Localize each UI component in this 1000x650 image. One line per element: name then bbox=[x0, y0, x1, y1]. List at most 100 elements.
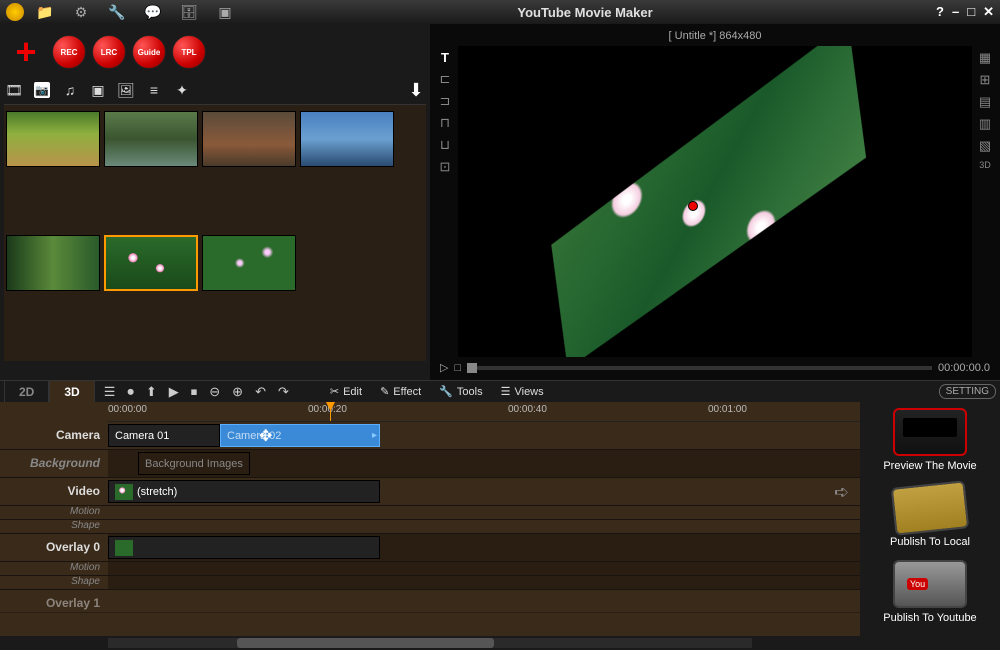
preview-movie-label: Preview The Movie bbox=[883, 460, 976, 472]
stop2-icon[interactable]: ⏹ bbox=[188, 384, 201, 400]
move-icon: ✥ bbox=[259, 426, 272, 446]
track-shape2-label: Shape bbox=[0, 576, 108, 589]
tool-e-icon[interactable]: ▧ bbox=[979, 138, 991, 154]
thumb-ocean[interactable] bbox=[300, 111, 394, 167]
views-menu[interactable]: ☰Views bbox=[495, 385, 550, 398]
tool-c-icon[interactable]: ▤ bbox=[979, 94, 991, 110]
track-motion-label: Motion bbox=[0, 506, 108, 519]
tools-menu[interactable]: 🔧Tools bbox=[433, 385, 488, 398]
redo-icon[interactable]: ↷ bbox=[275, 384, 292, 400]
gear-icon[interactable]: ⚙ bbox=[72, 3, 90, 21]
tpl-button[interactable]: TPL bbox=[172, 35, 206, 69]
timeline-scrollbar[interactable] bbox=[0, 636, 860, 650]
publish-local-label: Publish To Local bbox=[890, 536, 970, 548]
preview-title: [ Untitle *] 864x480 bbox=[434, 26, 996, 46]
thumb-landscape[interactable] bbox=[6, 111, 100, 167]
align-bot-icon[interactable]: ⊡ bbox=[440, 159, 451, 175]
publish-local-button[interactable] bbox=[891, 480, 970, 535]
zoomin-icon[interactable]: ⊕ bbox=[229, 384, 246, 400]
tool-b-icon[interactable]: ⊞ bbox=[980, 72, 991, 88]
up-icon[interactable]: ⬆ bbox=[143, 384, 160, 400]
tool-d-icon[interactable]: ▥ bbox=[979, 116, 991, 132]
clip-thumb2-icon bbox=[115, 540, 133, 556]
publish-youtube-button[interactable] bbox=[893, 560, 967, 608]
timeline: 00:00:00 00:00:20 00:00:40 00:01:00 Came… bbox=[0, 402, 860, 650]
rec-button[interactable]: REC bbox=[52, 35, 86, 69]
tab-3d[interactable]: 3D bbox=[49, 380, 94, 404]
close-icon[interactable]: ✕ bbox=[983, 4, 994, 20]
effect-menu[interactable]: ✎Effect bbox=[374, 385, 427, 398]
clip-video[interactable]: (stretch) bbox=[108, 480, 380, 503]
playhead[interactable] bbox=[330, 402, 331, 421]
help-icon[interactable]: ? bbox=[936, 4, 944, 20]
ruler-0: 00:00:00 bbox=[108, 404, 147, 415]
photo-icon[interactable]: 📷 bbox=[34, 82, 50, 98]
video-icon[interactable]: ▣ bbox=[90, 82, 106, 98]
plugin-icon[interactable]: ✦ bbox=[174, 82, 190, 98]
list-icon[interactable]: ≡ bbox=[146, 82, 162, 98]
publish-youtube-label: Publish To Youtube bbox=[883, 612, 976, 624]
track-overlay1-label: Overlay 1 bbox=[0, 590, 108, 612]
play2-icon[interactable]: ▶ bbox=[166, 384, 182, 400]
tool-a-icon[interactable]: ▦ bbox=[979, 50, 991, 66]
menu-icon[interactable]: ☰ bbox=[101, 384, 119, 400]
side-actions: Preview The Movie ➪ Publish To Local Pub… bbox=[860, 402, 1000, 650]
app-logo bbox=[6, 3, 24, 21]
mid-toolbar: 2D 3D ☰ ⏺ ⬆ ▶ ⏹ ⊖ ⊕ ↶ ↷ ✂Edit ✎Effect 🔧T… bbox=[0, 380, 1000, 402]
preview-viewport[interactable] bbox=[458, 46, 972, 357]
setting-button[interactable]: SETTING bbox=[939, 384, 996, 399]
align-left-icon[interactable]: ⊏ bbox=[440, 71, 451, 87]
thumb-river[interactable] bbox=[104, 111, 198, 167]
align-center-icon[interactable]: ⊐ bbox=[440, 93, 451, 109]
add-button[interactable]: + bbox=[6, 32, 46, 72]
timeline-ruler[interactable]: 00:00:00 00:00:20 00:00:40 00:01:00 bbox=[108, 402, 860, 422]
track-background-label: Background bbox=[0, 450, 108, 477]
media-panel: + REC LRC Guide TPL 🎞 📷 ♫ ▣ 🖼 ≡ ✦ ⬇ bbox=[0, 24, 430, 380]
clip-camera-02[interactable]: Camera 02✥ bbox=[220, 424, 380, 447]
camrec-icon[interactable]: ⏺ bbox=[124, 384, 137, 400]
tool-3d-icon[interactable]: 3D bbox=[979, 160, 991, 170]
ruler-1: 00:00:20 bbox=[308, 404, 347, 415]
edit-menu[interactable]: ✂Edit bbox=[324, 385, 368, 398]
max-icon[interactable]: □ bbox=[967, 4, 975, 20]
preview-panel: [ Untitle *] 864x480 T ⊏ ⊐ ⊓ ⊔ ⊡ ▦ ⊞ ▤ ▥… bbox=[430, 24, 1000, 380]
thumb-flowers2[interactable] bbox=[202, 235, 296, 291]
arrow-icon: ➪ bbox=[834, 482, 849, 503]
app-title: YouTube Movie Maker bbox=[234, 5, 936, 20]
track-motion2-label: Motion bbox=[0, 562, 108, 575]
music-icon[interactable]: ♫ bbox=[62, 82, 78, 98]
lrc-button[interactable]: LRC bbox=[92, 35, 126, 69]
clip-background[interactable]: Background Images bbox=[138, 452, 250, 475]
preview-movie-button[interactable] bbox=[893, 408, 967, 456]
folder-icon[interactable]: 📁 bbox=[36, 3, 54, 21]
play-icon[interactable]: ▷ bbox=[440, 361, 448, 374]
align-top-icon[interactable]: ⊓ bbox=[440, 115, 450, 131]
wrench-icon[interactable]: 🔧 bbox=[108, 3, 126, 21]
text-tool-icon[interactable]: T bbox=[441, 50, 449, 65]
tab-2d[interactable]: 2D bbox=[4, 380, 49, 404]
thumb-canyon[interactable] bbox=[202, 111, 296, 167]
undo-icon[interactable]: ↶ bbox=[252, 384, 269, 400]
thumb-flowers-selected[interactable] bbox=[104, 235, 198, 291]
preview-slider[interactable] bbox=[467, 366, 932, 370]
chat-icon[interactable]: 💬 bbox=[144, 3, 162, 21]
thumb-forest[interactable] bbox=[6, 235, 100, 291]
preview-time: 00:00:00.0 bbox=[938, 362, 990, 374]
clip-camera-01[interactable]: Camera 01 bbox=[108, 424, 220, 447]
align-mid-icon[interactable]: ⊔ bbox=[440, 137, 450, 153]
track-shape-label: Shape bbox=[0, 520, 108, 533]
download-icon[interactable]: ⬇ bbox=[408, 82, 424, 98]
db-icon[interactable]: 🗄 bbox=[180, 3, 198, 21]
stop-icon[interactable]: □ bbox=[454, 362, 461, 374]
film-icon[interactable]: 🎞 bbox=[6, 82, 22, 98]
image-icon[interactable]: 🖼 bbox=[118, 82, 134, 98]
clip-overlay0[interactable] bbox=[108, 536, 380, 559]
screen-icon[interactable]: ▣ bbox=[216, 3, 234, 21]
track-camera-label: Camera bbox=[0, 422, 108, 449]
zoomout-icon[interactable]: ⊖ bbox=[206, 384, 223, 400]
pivot-point[interactable] bbox=[688, 201, 698, 211]
guide-button[interactable]: Guide bbox=[132, 35, 166, 69]
min-icon[interactable]: – bbox=[952, 4, 959, 20]
preview-image bbox=[540, 46, 876, 357]
thumbnail-grid bbox=[4, 105, 426, 361]
